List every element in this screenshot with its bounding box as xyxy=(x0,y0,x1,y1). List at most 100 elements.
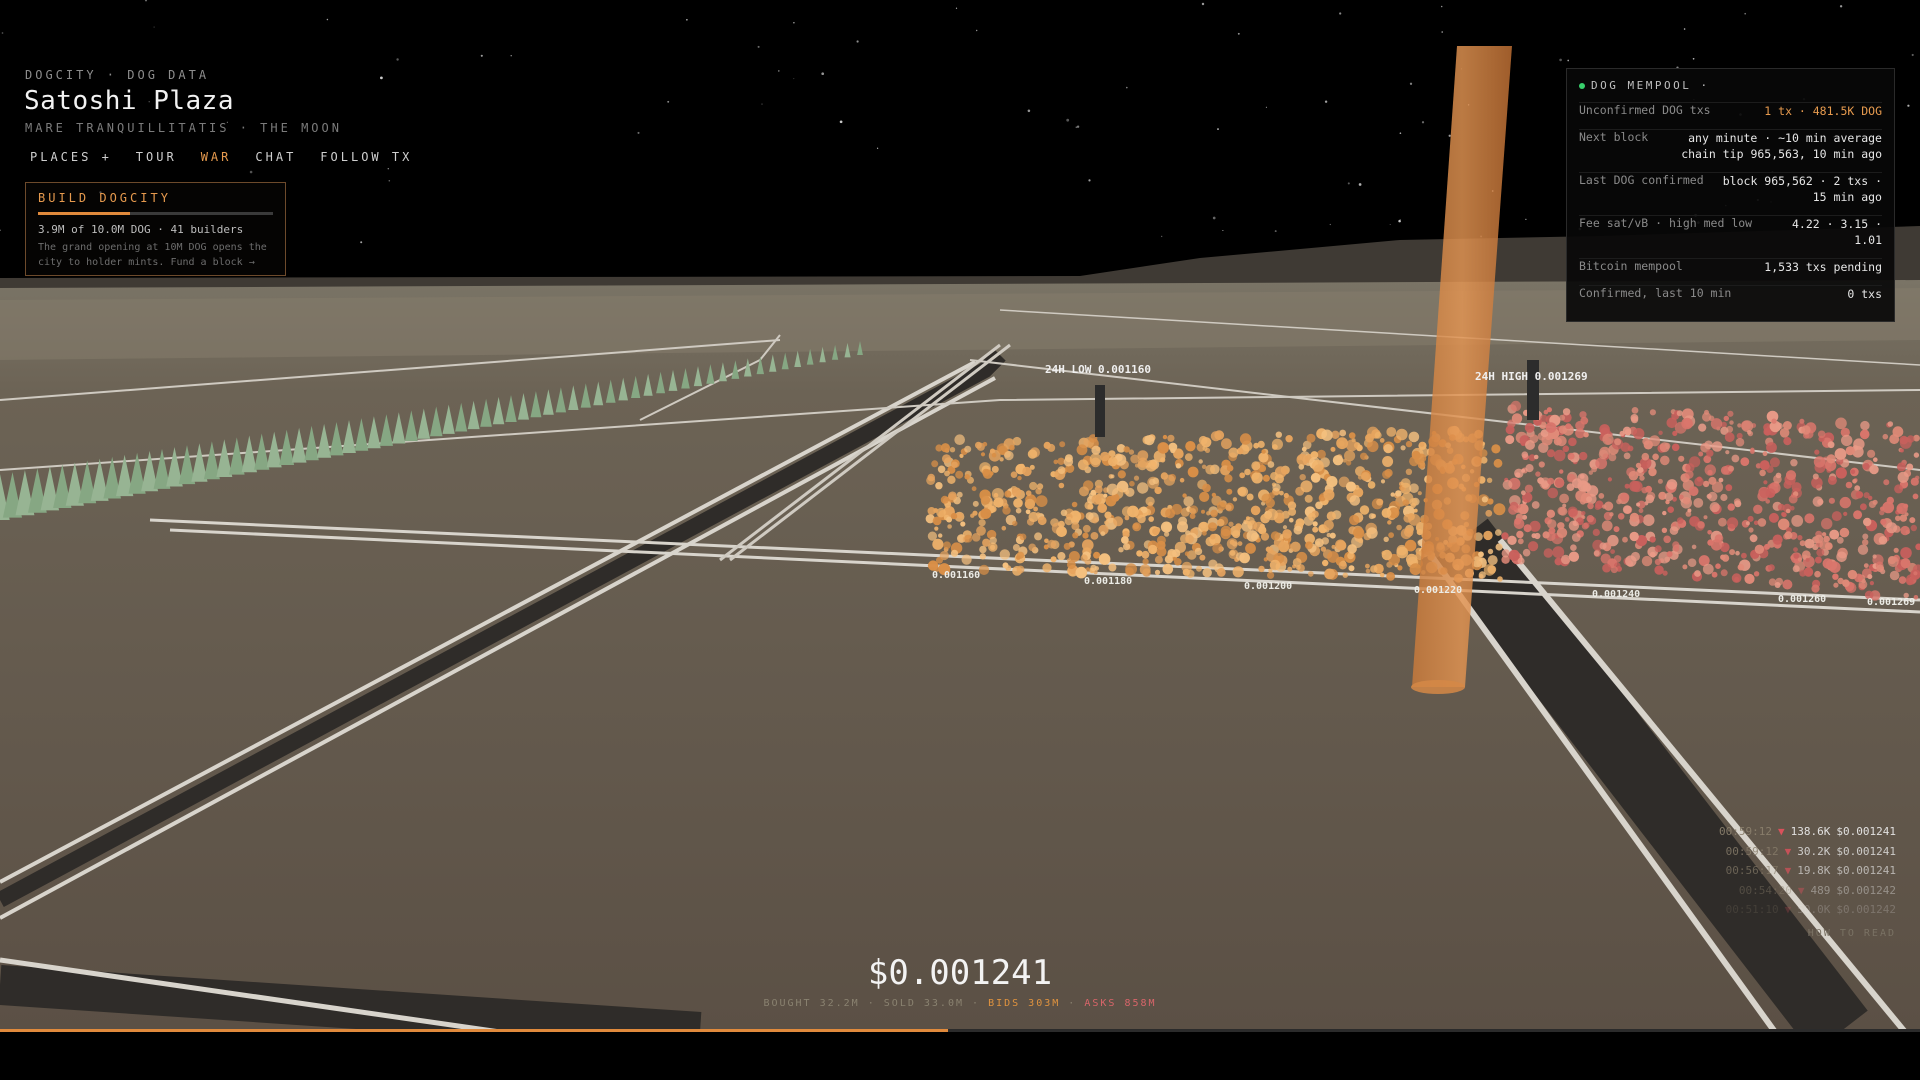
bid-block xyxy=(1311,459,1324,472)
ask-block xyxy=(1900,547,1912,559)
ask-block xyxy=(1883,479,1890,486)
star xyxy=(1409,82,1413,85)
nav-places[interactable]: PLACES + xyxy=(30,150,112,164)
sell-triangle-icon: ▼ xyxy=(1797,883,1805,897)
ask-block xyxy=(1524,484,1533,493)
trade-time: 00:59:12 xyxy=(1725,844,1779,858)
ask-block xyxy=(1521,468,1526,473)
trade-amount: 19.8K xyxy=(1797,864,1831,877)
ask-block xyxy=(1790,505,1795,511)
ask-block xyxy=(1766,465,1774,474)
nav-follow-tx[interactable]: FOLLOW TX xyxy=(320,150,412,164)
bid-block xyxy=(1104,511,1112,519)
bid-block xyxy=(1387,520,1392,525)
star xyxy=(396,58,399,61)
bid-block xyxy=(935,482,943,490)
bid-block xyxy=(1091,494,1102,505)
nav-tour[interactable]: TOUR xyxy=(136,150,177,164)
bid-block xyxy=(1365,563,1370,569)
bid-block xyxy=(1154,555,1163,564)
bid-block xyxy=(1015,507,1022,514)
bid-block xyxy=(1034,532,1043,541)
bid-block xyxy=(1396,524,1402,531)
bid-block xyxy=(1283,492,1289,499)
star xyxy=(1324,100,1328,103)
ask-block xyxy=(1873,457,1878,463)
bid-block xyxy=(1305,541,1313,550)
ask-block xyxy=(1880,518,1887,526)
bid-block xyxy=(991,452,997,458)
ask-block xyxy=(1869,581,1874,586)
ask-block xyxy=(1869,464,1879,475)
ask-block xyxy=(1895,515,1901,522)
bid-block xyxy=(1089,453,1102,466)
bid-block xyxy=(1405,440,1413,448)
ask-block xyxy=(1792,565,1800,573)
ask-block xyxy=(1660,455,1670,466)
bid-block xyxy=(1270,472,1279,481)
bid-block xyxy=(1304,494,1313,503)
bid-block xyxy=(1282,529,1292,539)
bid-block xyxy=(1167,434,1175,442)
mempool-row: Confirmed, last 10 min 0 txs xyxy=(1579,285,1882,302)
ask-block xyxy=(1540,414,1548,423)
trade-price: $0.001242 xyxy=(1836,903,1896,916)
ask-block xyxy=(1648,467,1657,477)
bid-block xyxy=(979,553,986,560)
star xyxy=(1440,5,1443,8)
ask-block xyxy=(1862,462,1870,470)
ask-block xyxy=(1631,407,1639,414)
bid-block xyxy=(1366,527,1378,539)
bid-block xyxy=(1353,527,1365,539)
bid-block xyxy=(926,476,936,485)
build-note-line2[interactable]: city to holder mints. Fund a block → xyxy=(38,255,273,270)
bid-block xyxy=(1028,543,1036,552)
bid-block xyxy=(982,468,990,477)
ask-block xyxy=(1666,479,1678,490)
nav-war[interactable]: WAR xyxy=(201,150,232,164)
ask-block xyxy=(1525,464,1534,473)
ask-block xyxy=(1595,457,1608,470)
bid-block xyxy=(1171,503,1183,515)
ask-block xyxy=(1709,502,1720,513)
bid-block xyxy=(940,443,951,453)
bid-block xyxy=(999,549,1010,560)
bid-block xyxy=(1199,554,1206,561)
build-note[interactable]: The grand opening at 10M DOG opens the c… xyxy=(38,240,273,270)
ask-block xyxy=(1706,493,1712,499)
ask-block xyxy=(1782,579,1793,590)
ask-block xyxy=(1522,548,1531,557)
ask-block xyxy=(1729,549,1736,556)
bid-block xyxy=(1060,509,1068,517)
ask-block xyxy=(1898,576,1907,584)
how-to-read-link[interactable]: HOW TO READ xyxy=(1780,928,1896,939)
ask-block xyxy=(1750,449,1755,454)
sell-triangle-icon: ▼ xyxy=(1784,864,1792,877)
ask-block xyxy=(1882,501,1895,514)
ask-block xyxy=(1662,510,1667,516)
bid-block xyxy=(1029,481,1038,491)
ask-block xyxy=(1538,461,1545,468)
ask-block xyxy=(1507,535,1517,545)
ask-block xyxy=(1764,543,1770,550)
recent-trades-list: 00:59:12 ▼ 138.6K $0.001241 00:59:12 ▼ 30.2K $0… xyxy=(1700,822,1896,920)
star xyxy=(1398,219,1401,223)
bid-block xyxy=(1121,536,1129,544)
trade-row: 00:59:12 ▼ 138.6K $0.001241 xyxy=(1700,822,1896,842)
bid-block xyxy=(1118,547,1124,553)
bid-block xyxy=(1164,555,1173,564)
bid-block xyxy=(944,470,950,477)
ask-block xyxy=(1604,501,1614,511)
mempool-value-text-2: chain tip 965,563, 10 min ago xyxy=(1681,147,1882,161)
ask-block xyxy=(1654,558,1661,566)
ask-block xyxy=(1622,536,1628,543)
bid-block xyxy=(1289,517,1294,523)
bid-block xyxy=(1059,441,1066,448)
bid-block xyxy=(1374,431,1382,439)
bid-block xyxy=(980,452,986,457)
bid-block xyxy=(954,434,965,446)
ask-block xyxy=(1860,503,1867,511)
nav-chat[interactable]: CHAT xyxy=(255,150,296,164)
bid-block xyxy=(1185,441,1196,452)
build-dogcity-panel[interactable]: BUILD DOGCITY 3.9M of 10.0M DOG · 41 bui… xyxy=(25,182,286,276)
